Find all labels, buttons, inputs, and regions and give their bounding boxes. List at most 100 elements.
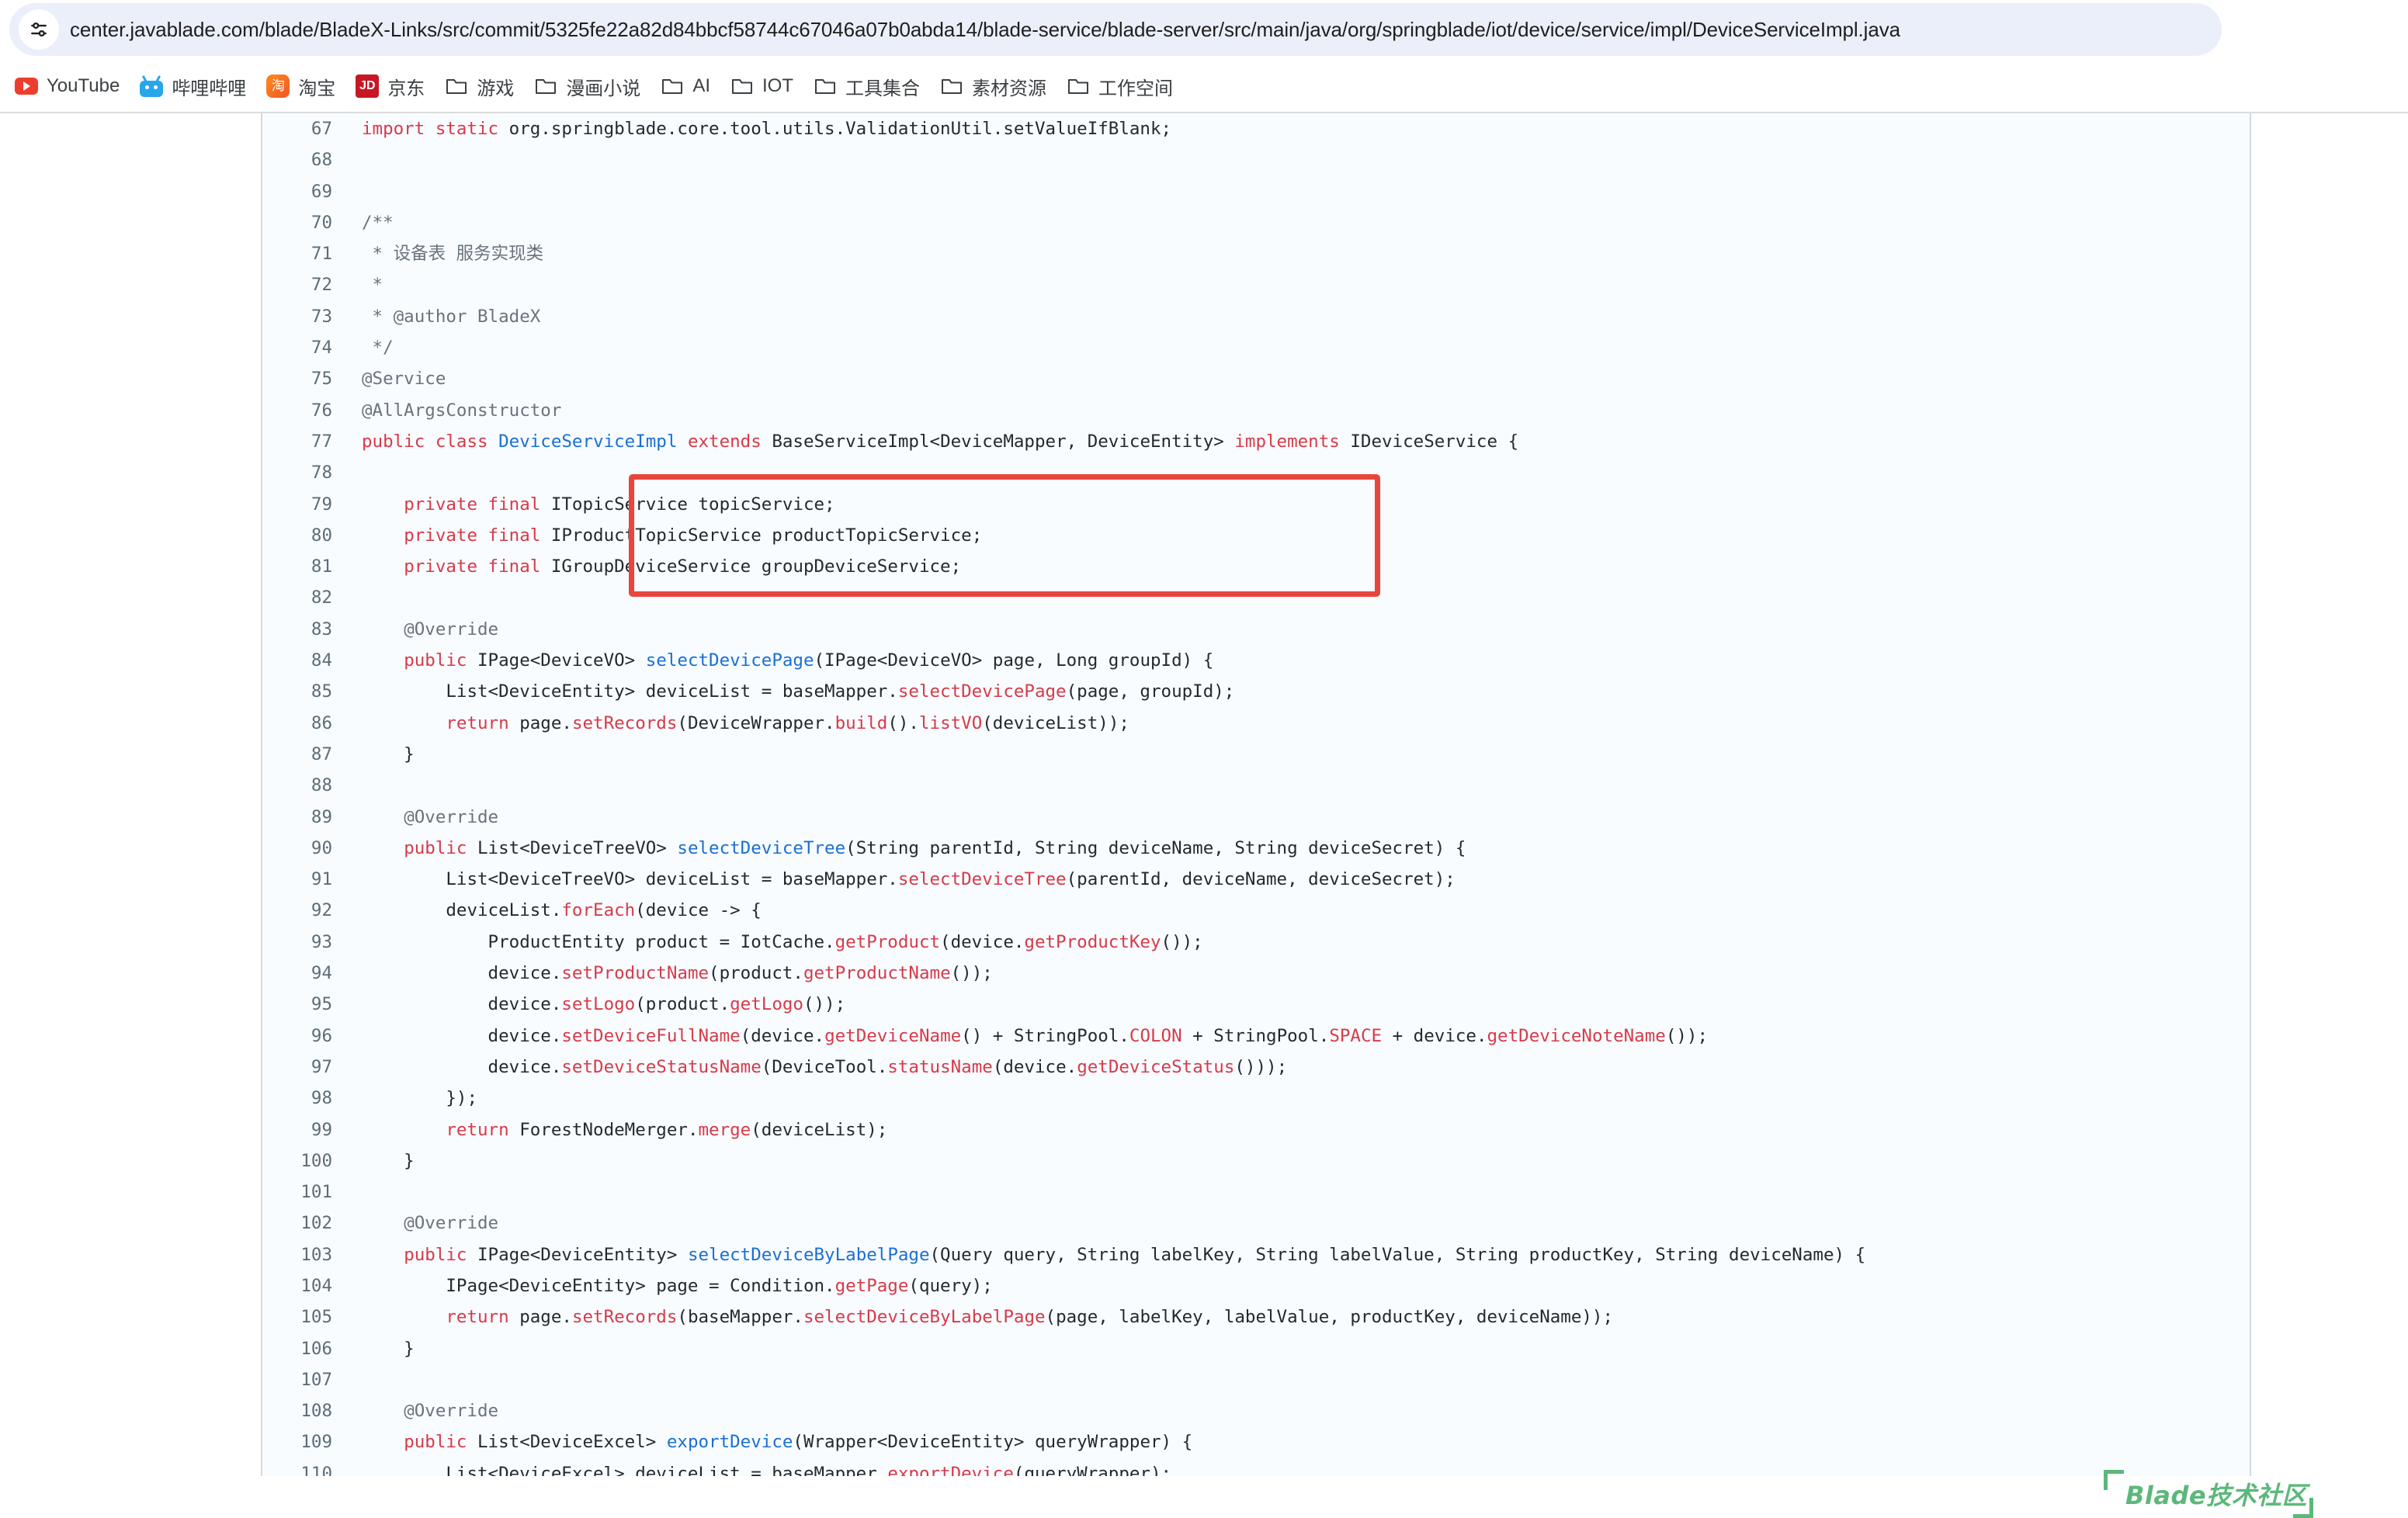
line-content[interactable]: @Override	[362, 1208, 498, 1239]
code-line: 87 }	[262, 739, 2250, 770]
youtube-icon	[15, 75, 38, 98]
line-content[interactable]: List<DeviceTreeVO> deviceList = baseMapp…	[362, 864, 1455, 895]
line-content[interactable]: import static org.springblade.core.tool.…	[362, 113, 1171, 144]
bookmark-label: 素材资源	[972, 78, 1046, 99]
line-content[interactable]: device.setProductName(product.getProduct…	[362, 958, 993, 989]
line-number: 72	[311, 275, 332, 296]
line-number: 91	[311, 869, 332, 890]
code-line: 83 @Override	[262, 614, 2250, 645]
code-line: 101	[262, 1177, 2250, 1208]
bilibili-icon	[140, 75, 164, 98]
line-number: 90	[311, 837, 332, 858]
folder-icon	[814, 75, 837, 98]
line-number: 82	[311, 587, 332, 608]
line-content[interactable]: public List<DeviceTreeVO> selectDeviceTr…	[362, 833, 1466, 864]
code-line: 75 @Service	[262, 363, 2250, 394]
bookmark-jd[interactable]: JD 京东	[345, 67, 435, 106]
bookmark-youtube[interactable]: YouTube	[5, 67, 130, 106]
line-content[interactable]: @Override	[362, 802, 498, 833]
address-bar[interactable]: center.javablade.com/blade/BladeX-Links/…	[9, 3, 2222, 56]
watermark-text: Blade技术社区	[2125, 1481, 2308, 1510]
line-content[interactable]: @Override	[362, 614, 498, 645]
line-content[interactable]: public IPage<DeviceVO> selectDevicePage(…	[362, 645, 1213, 676]
bookmark-folder-comics[interactable]: 漫画小说	[524, 67, 651, 106]
line-content[interactable]: *	[362, 269, 383, 300]
code-line: 80 private final IProductTopicService pr…	[262, 520, 2250, 551]
code-line: 86 return page.setRecords(DeviceWrapper.…	[262, 708, 2250, 739]
line-content[interactable]: return page.setRecords(DeviceWrapper.bui…	[362, 708, 1129, 739]
line-content[interactable]: ProductEntity product = IotCache.getProd…	[362, 927, 1203, 958]
line-content[interactable]: return ForestNodeMerger.merge(deviceList…	[362, 1114, 887, 1145]
line-number: 97	[311, 1056, 332, 1077]
line-number: 107	[300, 1369, 332, 1390]
line-number: 86	[311, 712, 332, 733]
line-content[interactable]: @Service	[362, 363, 446, 394]
code-line: 68	[262, 144, 2250, 175]
code-line: 74 */	[262, 332, 2250, 363]
site-watermark: Blade技术社区	[2104, 1470, 2313, 1518]
code-line: 100 }	[262, 1145, 2250, 1177]
line-content[interactable]: }	[362, 1333, 415, 1364]
line-number: 75	[311, 369, 332, 390]
line-content[interactable]: device.setDeviceFullName(device.getDevic…	[362, 1021, 1708, 1052]
line-content[interactable]: }	[362, 739, 415, 770]
line-content[interactable]: device.setLogo(product.getLogo());	[362, 989, 846, 1020]
line-content[interactable]: */	[362, 332, 394, 363]
bookmark-folder-assets[interactable]: 素材资源	[930, 67, 1057, 106]
code-line: 89 @Override	[262, 802, 2250, 833]
code-line: 97 device.setDeviceStatusName(DeviceTool…	[262, 1052, 2250, 1083]
code-line: 82	[262, 582, 2250, 613]
taobao-icon: 淘	[266, 75, 290, 98]
code-line: 108 @Override	[262, 1395, 2250, 1426]
bookmark-folder-games[interactable]: 游戏	[435, 67, 524, 106]
folder-icon	[940, 75, 963, 98]
folder-icon	[1067, 75, 1090, 98]
line-content[interactable]: @AllArgsConstructor	[362, 395, 561, 426]
bookmark-bilibili[interactable]: 哔哩哔哩	[130, 67, 256, 106]
omnibox-row: center.javablade.com/blade/BladeX-Links/…	[0, 0, 2408, 61]
bookmark-folder-tools[interactable]: 工具集合	[803, 67, 930, 106]
line-content[interactable]: * 设备表 服务实现类	[362, 238, 544, 269]
line-content[interactable]: public IPage<DeviceEntity> selectDeviceB…	[362, 1239, 1865, 1270]
line-number: 110	[300, 1463, 332, 1476]
bookmark-label: 京东	[387, 78, 425, 99]
folder-icon	[445, 75, 468, 98]
line-number: 78	[311, 463, 332, 483]
url-text[interactable]: center.javablade.com/blade/BladeX-Links/…	[70, 18, 1900, 42]
bookmark-folder-workspace[interactable]: 工作空间	[1057, 67, 1183, 106]
line-number: 77	[311, 431, 332, 452]
line-content[interactable]: List<DeviceEntity> deviceList = baseMapp…	[362, 676, 1234, 707]
line-content[interactable]: public List<DeviceExcel> exportDevice(Wr…	[362, 1426, 1192, 1457]
line-content[interactable]: device.setDeviceStatusName(DeviceTool.st…	[362, 1052, 1288, 1083]
code-line: 106 }	[262, 1333, 2250, 1364]
bookmarks-bar: YouTube 哔哩哔哩 淘 淘宝 JD 京东 游戏 漫画小说 AI IOT 工…	[0, 61, 2408, 112]
line-content[interactable]: private final IProductTopicService produ…	[362, 520, 982, 551]
tune-icon[interactable]	[19, 9, 59, 50]
line-number: 88	[311, 775, 332, 796]
line-content[interactable]: return page.setRecords(baseMapper.select…	[362, 1301, 1613, 1333]
bookmark-folder-iot[interactable]: IOT	[720, 67, 803, 106]
line-content[interactable]: /**	[362, 207, 394, 238]
bookmark-label: 工具集合	[845, 78, 920, 99]
line-content[interactable]: private final ITopicService topicService…	[362, 489, 834, 520]
line-content[interactable]: deviceList.forEach(device -> {	[362, 895, 761, 926]
line-number: 80	[311, 525, 332, 546]
line-content[interactable]: });	[362, 1083, 477, 1114]
code-line: 99 return ForestNodeMerger.merge(deviceL…	[262, 1114, 2250, 1145]
bookmark-taobao[interactable]: 淘 淘宝	[256, 67, 345, 106]
line-content[interactable]: private final IGroupDeviceService groupD…	[362, 551, 961, 582]
code-line: 94 device.setProductName(product.getProd…	[262, 958, 2250, 989]
line-number: 101	[300, 1182, 332, 1203]
line-content[interactable]: }	[362, 1145, 415, 1177]
source-code-viewer[interactable]: 67 import static org.springblade.core.too…	[261, 113, 2251, 1476]
bookmark-label: IOT	[762, 75, 793, 96]
line-content[interactable]: List<DeviceExcel> deviceList = baseMappe…	[362, 1458, 1171, 1476]
line-content[interactable]: @Override	[362, 1395, 498, 1426]
line-number: 109	[300, 1432, 332, 1453]
code-line: 102 @Override	[262, 1208, 2250, 1239]
line-content[interactable]: * @author BladeX	[362, 301, 541, 332]
line-number: 76	[311, 400, 332, 421]
line-content[interactable]: public class DeviceServiceImpl extends B…	[362, 426, 1518, 457]
bookmark-folder-ai[interactable]: AI	[651, 67, 720, 106]
line-content[interactable]: IPage<DeviceEntity> page = Condition.get…	[362, 1270, 992, 1301]
